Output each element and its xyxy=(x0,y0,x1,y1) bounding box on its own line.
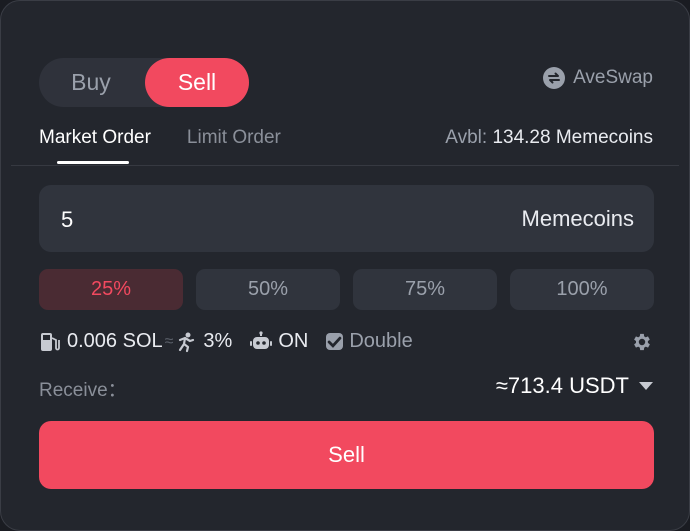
amount-unit: Memecoins xyxy=(521,206,634,231)
available-value: 134.28 Memecoins xyxy=(492,127,653,148)
slippage-runner-icon xyxy=(179,332,195,352)
percent-buttons: 25% 50% 75% 100% xyxy=(39,269,654,310)
trade-options: 0.006 SOL ≈ 3% ON Double xyxy=(39,330,413,353)
gas-fee-option[interactable]: 0.006 SOL xyxy=(39,330,163,353)
gas-pump-icon xyxy=(41,332,60,351)
available-label: Avbl: xyxy=(445,127,488,148)
separator-icon: ≈ xyxy=(164,332,174,350)
sell-tab-button[interactable]: Sell xyxy=(145,58,249,107)
divider xyxy=(11,165,679,166)
tab-market-order[interactable]: Market Order xyxy=(39,127,151,164)
slippage-option[interactable]: 3% xyxy=(175,330,232,353)
amount-input[interactable] xyxy=(59,185,463,254)
sell-submit-button[interactable]: Sell xyxy=(39,421,654,489)
receive-token-select[interactable]: ≈713.4 USDT xyxy=(496,373,653,399)
brand-name: AveSwap xyxy=(573,67,653,88)
double-checkbox[interactable]: Double xyxy=(326,330,413,353)
order-type-tabs: Market Order Limit Order xyxy=(39,127,281,164)
tab-limit-order[interactable]: Limit Order xyxy=(187,127,281,163)
brand: AveSwap xyxy=(543,67,653,89)
double-label: Double xyxy=(349,330,413,352)
receive-label: Receive： xyxy=(39,380,127,401)
trade-panel: Buy Sell AveSwap Market Order Limit Orde… xyxy=(0,0,690,531)
bot-option[interactable]: ON xyxy=(250,330,308,353)
swap-icon xyxy=(543,67,566,89)
gear-icon[interactable] xyxy=(631,331,653,353)
robot-icon xyxy=(250,330,273,349)
percent-25-button[interactable]: 25% xyxy=(39,269,183,310)
slippage-value: 3% xyxy=(203,330,233,352)
buy-sell-toggle: Buy Sell xyxy=(39,58,249,107)
percent-75-button[interactable]: 75% xyxy=(353,269,497,310)
percent-100-button[interactable]: 100% xyxy=(510,269,654,310)
amount-field: Memecoins xyxy=(39,185,654,254)
gas-fee-value: 0.006 SOL xyxy=(67,330,163,352)
percent-50-button[interactable]: 50% xyxy=(196,269,340,310)
bot-value: ON xyxy=(278,330,309,352)
receive-value: ≈713.4 USDT xyxy=(495,373,629,398)
buy-tab-button[interactable]: Buy xyxy=(39,58,143,107)
caret-down-icon xyxy=(639,382,653,390)
check-icon xyxy=(326,333,344,350)
available-balance: Avbl: 134.28 Memecoins xyxy=(445,127,653,149)
